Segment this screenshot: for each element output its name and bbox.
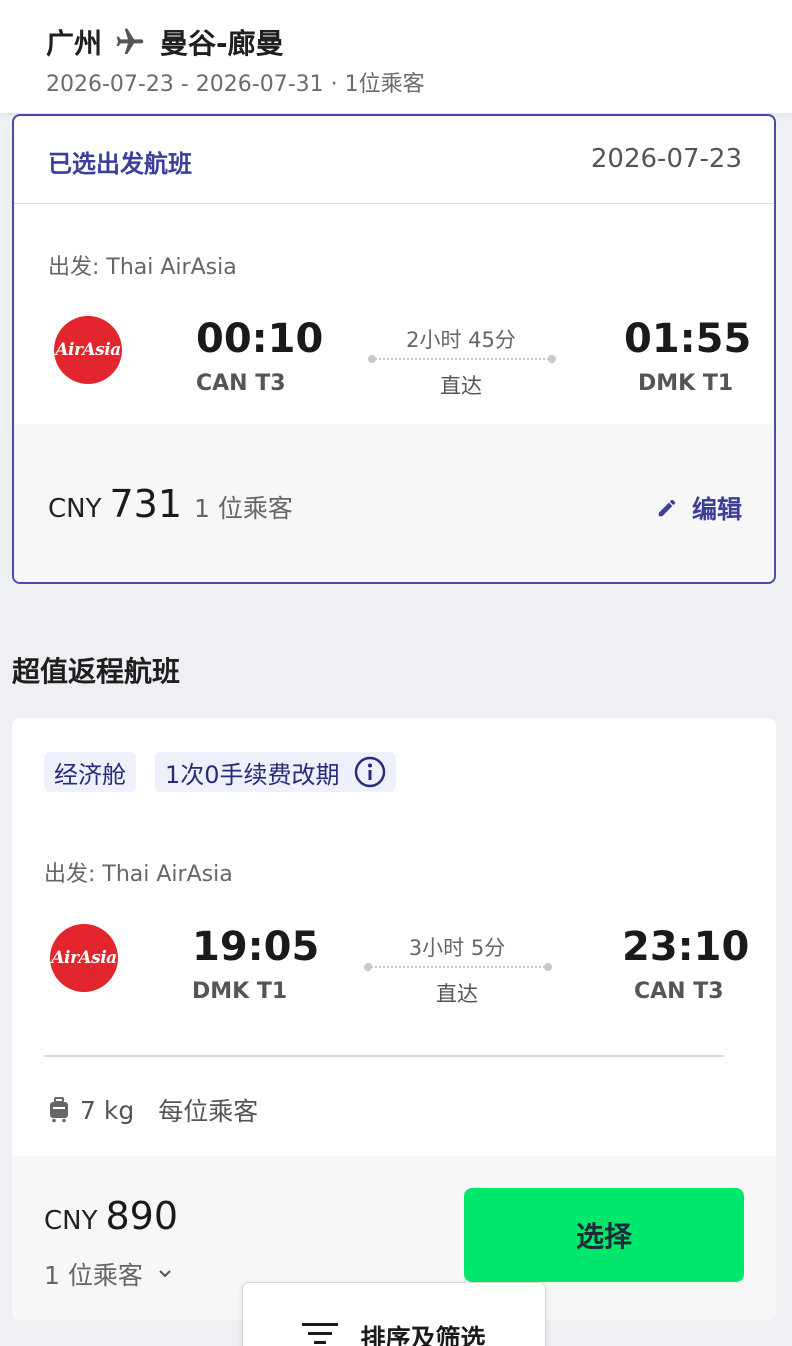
route-line — [368, 355, 556, 363]
edit-label: 编辑 — [691, 495, 742, 524]
edit-button[interactable]: 编辑 — [656, 490, 742, 526]
selected-flight-date: 2026-07-23 — [590, 144, 742, 174]
flight-stops: 直达 — [436, 982, 478, 1006]
baggage-info: 7 kg 每位乘客 — [48, 1092, 258, 1128]
return-section-title: 超值返程航班 — [12, 655, 181, 688]
selected-flight-title: 已选出发航班 — [48, 150, 192, 178]
arrive-time: 01:55 — [624, 316, 752, 362]
baggage-per-passenger: 每位乘客 — [158, 1097, 259, 1126]
passenger-count: 1 位乘客 — [44, 1261, 143, 1290]
price-currency: CNY — [48, 494, 102, 524]
flight-stops: 直达 — [440, 374, 482, 398]
airasia-logo-text: AirAsia — [51, 948, 117, 968]
price-amount: 731 — [109, 482, 183, 526]
sort-filter-button[interactable]: 排序及筛选 — [243, 1283, 545, 1346]
cabin-badge: 经济舱 — [44, 752, 136, 792]
info-icon[interactable] — [354, 756, 386, 788]
sort-filter-label: 排序及筛选 — [360, 1324, 486, 1346]
selected-card-header: 已选出发航班 2026-07-23 — [14, 116, 774, 204]
arrive-airport: DMK T1 — [638, 371, 734, 396]
selected-card-footer: CNY 731 1 位乘客 编辑 — [14, 424, 774, 582]
airasia-logo: AirAsia — [50, 924, 118, 992]
airasia-logo-text: AirAsia — [55, 340, 121, 360]
edit-icon — [658, 499, 676, 517]
arrive-airport: CAN T3 — [634, 979, 724, 1004]
passenger-dropdown[interactable]: 1 位乘客 — [44, 1256, 175, 1292]
price-passengers: 1 位乘客 — [194, 494, 293, 523]
selected-outbound-card: 已选出发航班 2026-07-23 出发: Thai AirAsia AirAs… — [12, 114, 776, 584]
return-flight-card[interactable]: 经济舱 1次0手续费改期 出发: Thai AirAsia AirAsia 19… — [12, 718, 776, 1320]
depart-airport: CAN T3 — [196, 371, 286, 396]
price-currency: CNY — [44, 1206, 98, 1236]
baggage-weight: 7 kg — [80, 1095, 135, 1125]
trip-header: 广州 曼谷-廊曼 2026-07-23 - 2026-07-31 · 1位乘客 — [0, 0, 792, 113]
arrive-time: 23:10 — [622, 924, 750, 970]
origin-city: 广州 — [46, 27, 103, 60]
route-title: 广州 曼谷-廊曼 — [46, 22, 284, 62]
change-policy-badge[interactable]: 1次0手续费改期 — [155, 752, 396, 792]
depart-time: 19:05 — [192, 924, 320, 970]
luggage-icon — [50, 1097, 68, 1123]
chevron-down-icon — [159, 1270, 171, 1278]
depart-airport: DMK T1 — [192, 979, 288, 1004]
plane-icon — [116, 28, 144, 54]
airasia-logo: AirAsia — [54, 316, 122, 384]
flight-duration: 2小时 45分 — [406, 328, 516, 352]
trip-dates-passengers: 2026-07-23 - 2026-07-31 · 1位乘客 — [46, 72, 425, 97]
carrier-label: 出发: Thai AirAsia — [48, 255, 237, 280]
filter-icon — [302, 1323, 339, 1344]
flight-duration: 3小时 5分 — [408, 936, 506, 960]
carrier-label: 出发: Thai AirAsia — [44, 862, 233, 887]
return-price: CNY 890 — [44, 1194, 190, 1238]
destination-city: 曼谷-廊曼 — [160, 27, 284, 60]
select-button[interactable]: 选择 — [464, 1188, 744, 1282]
depart-time: 00:10 — [196, 316, 324, 362]
route-line — [364, 963, 552, 971]
cabin-badge-label: 经济舱 — [54, 760, 126, 789]
divider — [44, 1055, 724, 1057]
price-amount: 890 — [105, 1194, 179, 1238]
change-policy-label: 1次0手续费改期 — [165, 760, 340, 789]
selected-price: CNY 731 1 位乘客 — [48, 482, 293, 526]
